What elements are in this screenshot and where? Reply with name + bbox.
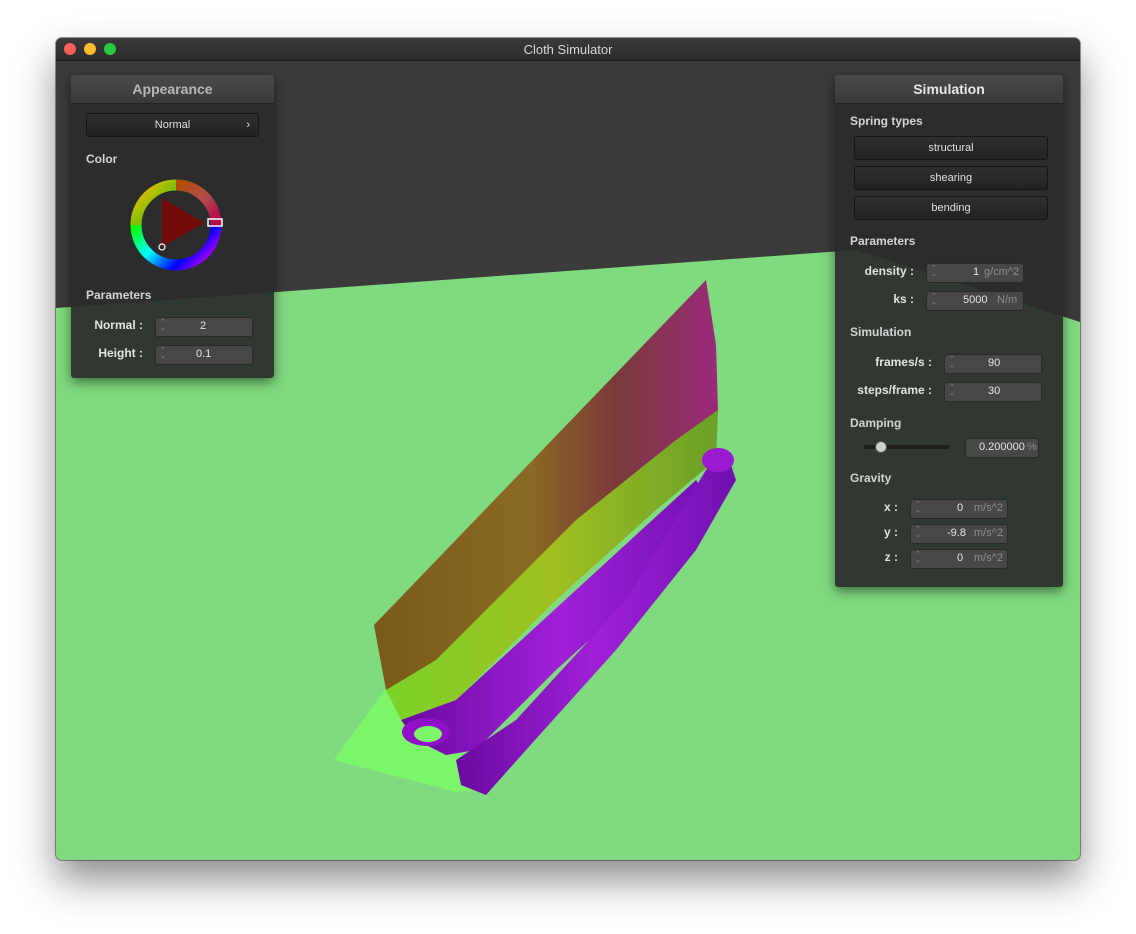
spring-types-label: Spring types [850, 114, 923, 128]
gravity-label: Gravity [850, 471, 892, 485]
stepper-icon[interactable]: ⌃ ⌄ [915, 551, 921, 566]
chevron-right-icon: › [246, 119, 250, 131]
title-bar[interactable]: Cloth Simulator [56, 38, 1080, 61]
color-wheel[interactable] [126, 175, 226, 275]
steps-per-frame-input[interactable]: ⌃ ⌄ 30 [944, 382, 1042, 402]
stepper-icon[interactable]: ⌃ ⌄ [915, 526, 921, 541]
gravity-x-input[interactable]: ⌃ ⌄ 0 m/s^2 [910, 499, 1008, 519]
stepper-icon[interactable]: ⌃ ⌄ [949, 356, 955, 371]
simulation-parameters-label: Parameters [850, 234, 916, 248]
ks-input[interactable]: ⌃ ⌄ 5000 N/m [926, 291, 1024, 311]
shader-select-value: Normal [154, 119, 191, 131]
damping-label: Damping [850, 416, 902, 430]
steps-per-frame-label: steps/frame : [857, 383, 932, 397]
simulation-panel-title: Simulation [835, 75, 1063, 104]
stepper-icon[interactable]: ⌃ ⌄ [160, 347, 166, 362]
appearance-panel-title: Appearance [71, 75, 274, 104]
ks-label: ks : [893, 292, 914, 306]
stepper-icon[interactable]: ⌃ ⌄ [160, 319, 166, 334]
appearance-parameters-label: Parameters [86, 288, 152, 302]
stepper-icon[interactable]: ⌃ ⌄ [949, 384, 955, 399]
damping-slider-handle[interactable] [875, 441, 888, 453]
gravity-y-input[interactable]: ⌃ ⌄ -9.8 m/s^2 [910, 524, 1008, 544]
gravity-y-label: y : [883, 525, 898, 539]
cloth-roll-end [702, 448, 734, 472]
gravity-z-input[interactable]: ⌃ ⌄ 0 m/s^2 [910, 549, 1008, 569]
frames-per-s-input[interactable]: ⌃ ⌄ 90 [944, 354, 1042, 374]
gravity-z-label: z : [884, 550, 898, 564]
frames-per-s-label: frames/s : [875, 355, 932, 369]
normal-input[interactable]: ⌃ ⌄ 2 [155, 317, 253, 337]
structural-button[interactable]: structural [854, 136, 1048, 160]
normal-label: Normal : [94, 318, 143, 332]
simulation-section-label: Simulation [850, 325, 912, 339]
window-title: Cloth Simulator [523, 42, 613, 57]
gravity-x-label: x : [883, 500, 898, 514]
damping-input[interactable]: 0.200000 % [965, 438, 1039, 458]
appearance-panel: Appearance Normal › Color Parameters Nor… [71, 75, 274, 378]
density-input[interactable]: ⌃ ⌄ 1 g/cm^2 [926, 263, 1024, 283]
shearing-button[interactable]: shearing [854, 166, 1048, 190]
shader-select[interactable]: Normal › [86, 113, 259, 137]
stepper-icon[interactable]: ⌃ ⌄ [915, 501, 921, 516]
height-label: Height : [98, 346, 143, 360]
stepper-icon[interactable]: ⌃ ⌄ [931, 293, 937, 308]
bending-button[interactable]: bending [854, 196, 1048, 220]
height-input[interactable]: ⌃ ⌄ 0.1 [155, 345, 253, 365]
stepper-icon[interactable]: ⌃ ⌄ [931, 265, 937, 280]
color-label: Color [86, 152, 118, 166]
density-label: density : [864, 264, 914, 278]
simulation-panel: Simulation Spring types structural shear… [835, 75, 1063, 587]
